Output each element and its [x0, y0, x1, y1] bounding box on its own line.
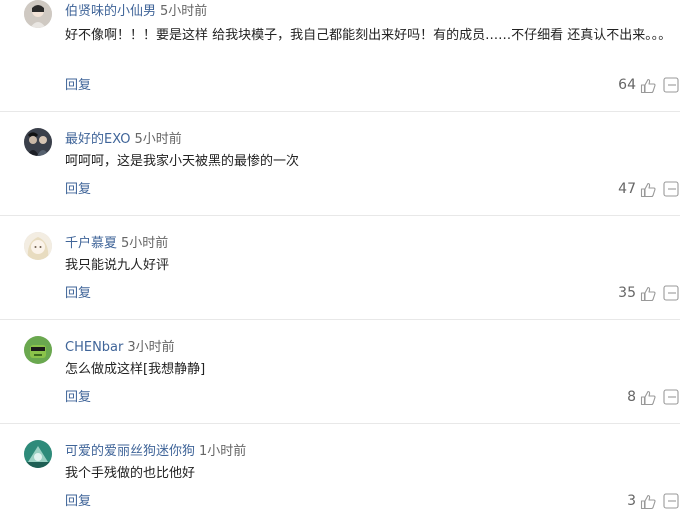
- avatar[interactable]: [24, 232, 52, 260]
- more-options-icon[interactable]: [662, 285, 680, 302]
- comment-text: 我个手残做的也比他好: [65, 466, 196, 481]
- thumbs-up-icon: [640, 78, 656, 94]
- thumbs-up-icon: [640, 390, 656, 406]
- comment-meta: CHENbar 3小时前: [65, 339, 175, 356]
- comment-list: 伯贤味的小仙男 5小时前 好不像啊！！！要是这样 给我块模子，我自己都能刻出来好吗…: [0, 0, 680, 513]
- like-count: 64: [618, 77, 636, 93]
- comment-item: 伯贤味的小仙男 5小时前 好不像啊！！！要是这样 给我块模子，我自己都能刻出来好吗…: [0, 0, 680, 112]
- comment-meta: 可爱的爱丽丝狗迷你狗 1小时前: [65, 443, 246, 460]
- reply-button[interactable]: 回复: [65, 389, 91, 406]
- like-count: 8: [627, 389, 636, 405]
- more-options-icon[interactable]: [662, 77, 680, 94]
- comment-item: 千户慕夏 5小时前 我只能说九人好评 回复 35: [0, 216, 680, 320]
- comment-meta: 千户慕夏 5小时前: [65, 235, 168, 252]
- comment-item: 可爱的爱丽丝狗迷你狗 1小时前 我个手残做的也比他好 回复 3: [0, 424, 680, 513]
- like-count: 47: [618, 181, 636, 197]
- comment-text: 怎么做成这样[我想静静]: [65, 362, 206, 377]
- comment-meta: 伯贤味的小仙男 5小时前: [65, 3, 207, 20]
- thumbs-up-icon: [640, 286, 656, 302]
- avatar[interactable]: [24, 336, 52, 364]
- username-link[interactable]: 千户慕夏: [65, 236, 117, 251]
- reply-button[interactable]: 回复: [65, 77, 91, 94]
- reply-button[interactable]: 回复: [65, 285, 91, 302]
- like-button[interactable]: 8: [627, 389, 656, 406]
- comment-text: 我只能说九人好评: [65, 258, 170, 273]
- comment-time: 1小时前: [199, 444, 247, 459]
- reply-button[interactable]: 回复: [65, 493, 91, 510]
- username-link[interactable]: 伯贤味的小仙男: [65, 4, 156, 19]
- comment-time: 5小时前: [160, 4, 208, 19]
- comment-text: 好不像啊！！！要是这样 给我块模子，我自己都能刻出来好吗！有的成员……不仔细看 …: [65, 28, 672, 43]
- comment-time: 5小时前: [134, 132, 182, 147]
- comment-time: 5小时前: [121, 236, 169, 251]
- like-count: 3: [627, 493, 636, 509]
- avatar[interactable]: [24, 0, 52, 28]
- more-options-icon[interactable]: [662, 493, 680, 510]
- comment-meta: 最好的EXO 5小时前: [65, 131, 182, 148]
- like-button[interactable]: 3: [627, 493, 656, 510]
- reply-button[interactable]: 回复: [65, 181, 91, 198]
- like-button[interactable]: 64: [618, 77, 656, 94]
- avatar[interactable]: [24, 440, 52, 468]
- username-link[interactable]: CHENbar: [65, 340, 123, 355]
- comment-time: 3小时前: [127, 340, 175, 355]
- more-options-icon[interactable]: [662, 181, 680, 198]
- comment-item: CHENbar 3小时前 怎么做成这样[我想静静] 回复 8: [0, 320, 680, 424]
- avatar[interactable]: [24, 128, 52, 156]
- like-count: 35: [618, 285, 636, 301]
- username-link[interactable]: 可爱的爱丽丝狗迷你狗: [65, 444, 195, 459]
- username-link[interactable]: 最好的EXO: [65, 132, 131, 147]
- more-options-icon[interactable]: [662, 389, 680, 406]
- thumbs-up-icon: [640, 182, 656, 198]
- comment-text: 呵呵呵，这是我家小天被黑的最惨的一次: [65, 154, 300, 169]
- like-button[interactable]: 35: [618, 285, 656, 302]
- like-button[interactable]: 47: [618, 181, 656, 198]
- comment-item: 最好的EXO 5小时前 呵呵呵，这是我家小天被黑的最惨的一次 回复 47: [0, 112, 680, 216]
- thumbs-up-icon: [640, 494, 656, 510]
